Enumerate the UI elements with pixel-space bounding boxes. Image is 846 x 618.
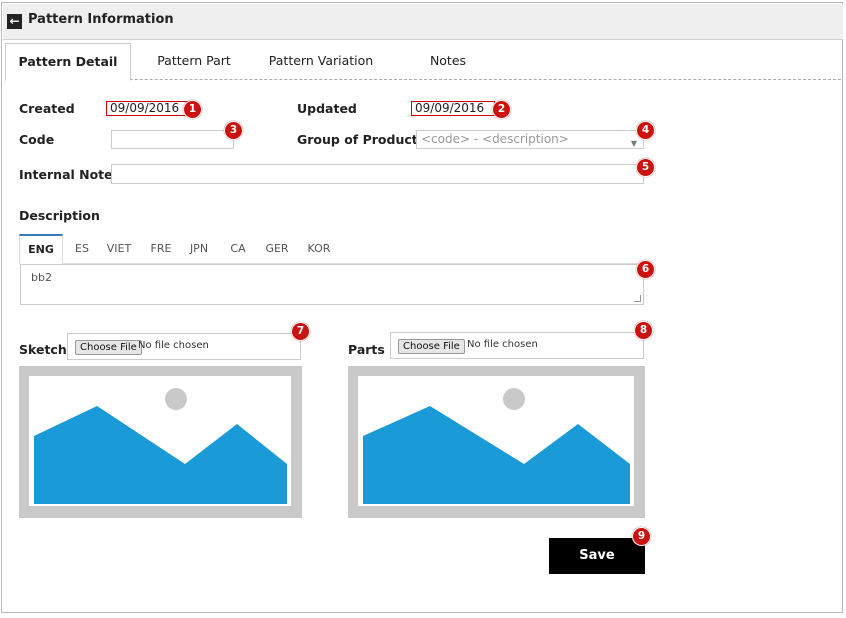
updated-label: Updated xyxy=(297,101,357,116)
created-label: Created xyxy=(19,101,75,116)
resize-handle-icon[interactable] xyxy=(634,295,641,302)
group-of-product-placeholder: <code> - <description> xyxy=(421,132,569,146)
lang-tab-kor[interactable]: KOR xyxy=(303,234,335,264)
code-label: Code xyxy=(19,132,55,147)
sketch-choose-file-button[interactable]: Choose File xyxy=(75,340,142,355)
callout-badge-8: 8 xyxy=(634,321,653,340)
sketch-label: Sketch xyxy=(19,342,67,357)
callout-badge-3: 3 xyxy=(224,121,243,140)
image-placeholder-icon xyxy=(363,388,630,504)
pattern-window: ← Pattern Information Pattern Detail Pat… xyxy=(1,2,843,613)
internal-note-label: Internal Note xyxy=(19,167,113,182)
description-text: bb2 xyxy=(31,271,52,284)
save-button[interactable]: Save xyxy=(549,538,645,574)
code-input[interactable] xyxy=(111,130,234,149)
lang-tab-jpn[interactable]: JPN xyxy=(185,234,213,264)
callout-badge-1: 1 xyxy=(183,100,202,119)
image-placeholder-icon xyxy=(34,388,287,504)
dropdown-arrow-icon: ▼ xyxy=(630,139,637,148)
updated-field: 09/09/2016 xyxy=(411,101,495,116)
description-label: Description xyxy=(19,208,100,223)
callout-badge-9: 9 xyxy=(632,527,651,546)
lang-tab-eng[interactable]: ENG xyxy=(19,234,63,264)
lang-tab-ca[interactable]: CA xyxy=(225,234,251,264)
lang-tab-ger[interactable]: GER xyxy=(261,234,293,264)
tab-pattern-part[interactable]: Pattern Part xyxy=(141,43,247,79)
description-textarea[interactable]: bb2 xyxy=(20,264,644,305)
parts-file-input[interactable]: Choose File No file chosen xyxy=(390,332,644,359)
sketch-file-status: No file chosen xyxy=(138,340,209,351)
created-field: 09/09/2016 xyxy=(106,101,190,116)
tab-bar: Pattern Detail Pattern Part Pattern Vari… xyxy=(5,43,841,81)
group-of-product-select[interactable]: <code> - <description> ▼ xyxy=(416,130,644,149)
callout-badge-6: 6 xyxy=(636,260,655,279)
callout-badge-2: 2 xyxy=(492,100,511,119)
parts-choose-file-button[interactable]: Choose File xyxy=(398,339,465,354)
sketch-image-placeholder xyxy=(19,366,302,518)
group-of-product-label: Group of Product xyxy=(297,132,418,147)
lang-tab-es[interactable]: ES xyxy=(69,234,95,264)
callout-badge-5: 5 xyxy=(636,158,655,177)
lang-tab-fre[interactable]: FRE xyxy=(147,234,175,264)
parts-label: Parts xyxy=(348,342,385,357)
tab-pattern-detail[interactable]: Pattern Detail xyxy=(5,43,131,81)
parts-image-placeholder xyxy=(348,366,645,518)
sketch-file-input[interactable]: Choose File No file chosen xyxy=(67,333,301,360)
lang-tab-viet[interactable]: VIET xyxy=(103,234,135,264)
page-title: Pattern Information xyxy=(28,12,174,27)
callout-badge-7: 7 xyxy=(291,322,310,341)
back-arrow-icon[interactable]: ← xyxy=(7,14,22,29)
tab-pattern-variation[interactable]: Pattern Variation xyxy=(261,43,381,79)
parts-file-status: No file chosen xyxy=(467,339,538,350)
language-tabs: ENG ES VIET FRE JPN CA GER KOR xyxy=(19,234,644,264)
tab-notes[interactable]: Notes xyxy=(413,43,483,79)
internal-note-input[interactable] xyxy=(111,164,644,184)
header-bar: ← Pattern Information xyxy=(3,4,843,40)
callout-badge-4: 4 xyxy=(636,121,655,140)
